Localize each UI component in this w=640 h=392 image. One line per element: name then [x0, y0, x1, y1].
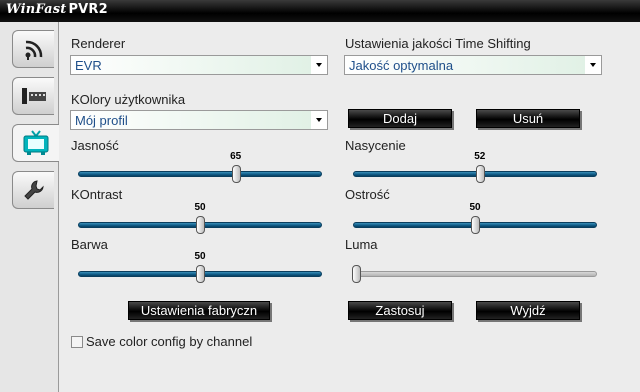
product-name: PVR2 — [68, 2, 108, 17]
slider-thumb[interactable] — [196, 265, 205, 283]
brightness-slider[interactable]: 65 — [78, 151, 322, 185]
slider-track — [353, 271, 597, 277]
app-window: WinFast PVR2 Renderer EVR Ustawienia jak… — [0, 0, 640, 392]
slider-thumb[interactable] — [196, 216, 205, 234]
tab-recording[interactable] — [12, 77, 54, 115]
chevron-down-icon[interactable] — [585, 56, 601, 74]
sharpness-label: Ostrość — [345, 187, 390, 202]
renderer-label: Renderer — [71, 36, 126, 51]
renderer-select[interactable]: EVR — [70, 55, 328, 75]
user-colors-value: Mój profil — [75, 113, 128, 128]
hue-label: Barwa — [71, 237, 108, 252]
slider-value: 50 — [469, 202, 481, 213]
user-colors-label: KOlory użytkownika — [71, 92, 186, 107]
app-logo: WinFast PVR2 — [6, 2, 108, 17]
saturation-label: Nasycenie — [345, 138, 406, 153]
film-icon — [21, 88, 46, 104]
settings-panel: Renderer EVR Ustawienia jakości Time Shi… — [58, 22, 640, 392]
save-by-channel-checkbox[interactable] — [71, 335, 83, 348]
slider-track — [78, 171, 322, 177]
sharpness-slider[interactable]: 50 — [353, 202, 597, 236]
timeshift-label: Ustawienia jakości Time Shifting — [345, 36, 531, 51]
luma-slider[interactable] — [352, 263, 597, 285]
chevron-down-icon[interactable] — [311, 111, 327, 129]
slider-thumb[interactable] — [352, 265, 361, 283]
title-bar: WinFast PVR2 — [0, 0, 640, 22]
slider-value: 65 — [230, 151, 242, 162]
tab-settings[interactable] — [12, 171, 54, 209]
slider-thumb[interactable] — [231, 165, 241, 183]
timeshift-value: Jakość optymalna — [349, 58, 454, 73]
apply-button[interactable]: Zastosuj — [348, 301, 452, 320]
saturation-slider[interactable]: 52 — [353, 151, 597, 185]
slider-thumb[interactable] — [471, 216, 480, 234]
save-by-channel-label: Save color config by channel — [86, 334, 253, 349]
chevron-down-icon[interactable] — [311, 56, 327, 74]
renderer-value: EVR — [75, 58, 102, 73]
user-colors-select[interactable]: Mój profil — [70, 110, 328, 130]
exit-button[interactable]: Wyjdź — [476, 301, 580, 320]
timeshift-select[interactable]: Jakość optymalna — [344, 55, 602, 75]
sidebar — [0, 22, 59, 392]
luma-label: Luma — [345, 237, 378, 252]
add-profile-button[interactable]: Dodaj — [348, 109, 452, 128]
brightness-label: Jasność — [71, 138, 119, 153]
tv-icon — [23, 130, 49, 155]
contrast-slider[interactable]: 50 — [78, 202, 322, 236]
slider-thumb[interactable] — [475, 165, 485, 183]
slider-value: 50 — [194, 251, 206, 262]
wrench-icon — [23, 180, 44, 200]
hue-slider[interactable]: 50 — [78, 251, 322, 285]
antenna-icon — [25, 40, 42, 60]
slider-value: 50 — [194, 202, 206, 213]
tab-display[interactable] — [12, 124, 59, 162]
slider-value: 52 — [474, 151, 486, 162]
remove-profile-button[interactable]: Usuń — [476, 109, 580, 128]
contrast-label: KOntrast — [71, 187, 123, 202]
brand-name: WinFast — [6, 2, 67, 17]
save-by-channel-row[interactable]: Save color config by channel — [71, 334, 252, 349]
factory-defaults-button[interactable]: Ustawienia fabryczn — [128, 301, 270, 320]
tab-antenna[interactable] — [12, 30, 54, 68]
